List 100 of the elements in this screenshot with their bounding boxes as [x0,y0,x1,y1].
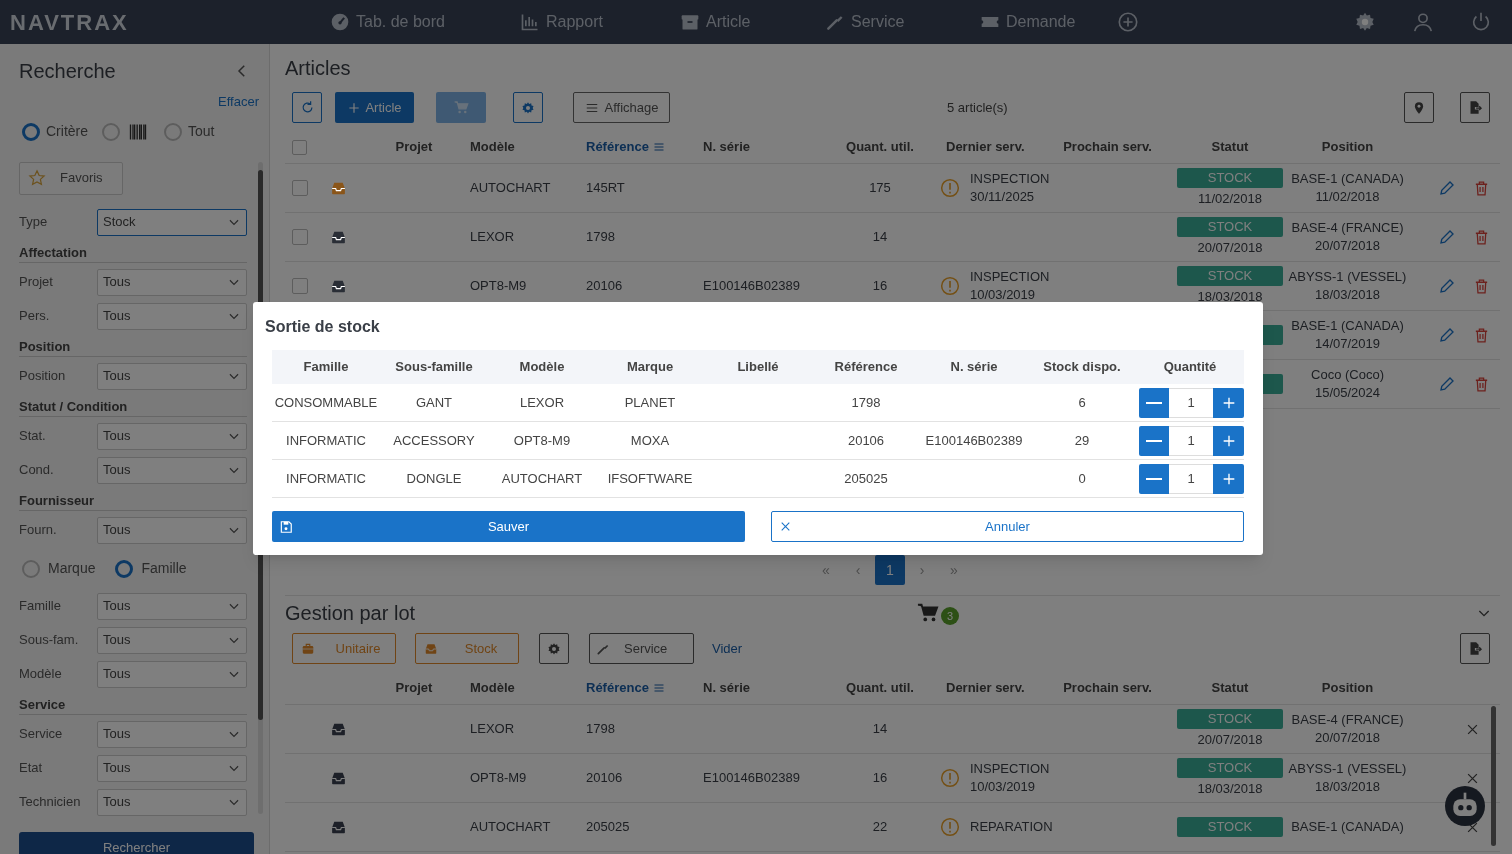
position-date: 20/07/2018 [1314,729,1381,747]
save-button[interactable]: Sauver [272,511,745,542]
edit-icon[interactable] [1438,228,1456,246]
sort-icon [652,141,665,153]
select-field[interactable]: Tous [97,362,247,390]
column-header[interactable]: Référence [586,678,703,698]
field-label: Stat. [19,427,47,446]
filter-radio[interactable]: Famille [115,558,187,579]
nav-link[interactable]: Tab. de bord [330,10,520,34]
select-field[interactable]: Tous [97,720,247,748]
select-field[interactable]: Tous [97,788,247,816]
add-icon[interactable] [1117,11,1139,33]
dialog-title: Sortie de stock [265,317,381,337]
decrement-button[interactable] [1139,425,1169,456]
clear-link[interactable]: Vider [712,638,743,659]
column-header[interactable]: Référence [586,137,703,157]
filter-button[interactable]: Unitaire [292,633,396,664]
page-button[interactable]: » [939,555,969,585]
add-article-button[interactable]: Article [335,92,414,123]
nav-link[interactable]: Article [680,10,825,34]
nav-link[interactable]: Demande [980,10,1145,34]
edit-icon[interactable] [1438,375,1456,393]
cancel-button[interactable]: Annuler [771,511,1244,542]
nav-link[interactable]: Rapport [520,10,680,34]
display-button[interactable]: Affichage [573,92,670,123]
increment-button[interactable] [1213,425,1244,456]
select-field[interactable]: Tous [97,660,247,688]
page-button[interactable]: 1 [875,555,905,585]
filter-button[interactable]: Stock [415,633,519,664]
edit-icon[interactable] [1438,277,1456,295]
position-date: 15/05/2024 [1314,384,1381,402]
decrement-button[interactable] [1139,387,1169,418]
user-icon[interactable] [1412,11,1434,33]
minus-icon [1146,439,1162,442]
column-header: Prochain serv. [1062,138,1153,157]
search-button[interactable]: Rechercher [19,832,254,854]
table-cell-text: LEXOR [518,393,566,412]
field-label: Sous-fam. [19,631,80,650]
chatbot-button[interactable] [1445,786,1485,826]
checkbox[interactable] [292,278,308,294]
field-label: Etat [19,759,44,778]
increment-button[interactable] [1213,387,1244,418]
select-field[interactable]: Tous [97,754,247,782]
edit-icon[interactable] [1438,179,1456,197]
app-logo[interactable]: NAVTRAX [10,5,330,39]
settings-button[interactable] [539,633,569,664]
select-field[interactable]: Tous [97,268,247,296]
table-cell-text: LEXOR [470,720,516,739]
select-field[interactable]: Tous [97,592,247,620]
delete-icon[interactable] [1473,228,1490,246]
column-header: Projet [394,679,434,698]
field-label: Modèle [19,665,63,684]
select-field[interactable]: Tous [97,516,247,544]
select-field[interactable]: Tous [97,456,247,484]
checkbox[interactable] [292,229,308,245]
delete-icon[interactable] [1473,179,1490,197]
status-badge: STOCK [1177,758,1283,778]
filter-radio[interactable]: Marque [22,558,96,579]
field-label: Type [19,213,49,232]
increment-button[interactable] [1213,463,1244,494]
power-icon[interactable] [1470,11,1492,33]
select-field[interactable]: Tous [97,422,247,450]
delete-icon[interactable] [1473,326,1490,344]
clear-link[interactable]: Effacer [218,92,260,112]
settings-icon [547,641,561,656]
select-field[interactable]: Stock [97,208,247,236]
section-heading: Affectation [19,242,247,263]
table-cell-text: INFORMATIC [285,469,367,488]
edit-icon[interactable] [1438,326,1456,344]
mode-radio[interactable]: Critère [22,121,88,142]
export-button[interactable] [1460,92,1490,123]
checkbox[interactable] [292,180,308,196]
export-button[interactable] [1460,633,1490,664]
scrollbar-thumb[interactable] [1491,706,1496,846]
plus-icon [347,100,362,115]
count-badge: 3 [941,607,960,625]
refresh-button[interactable] [292,92,322,123]
table-cell-text: 22 [871,818,889,837]
table-cell-text: 1798 [586,720,616,739]
decrement-button[interactable] [1139,463,1169,494]
favorites-button[interactable]: Favoris [19,161,123,195]
settings-icon[interactable] [1354,11,1376,33]
page-button[interactable]: ‹ [843,555,873,585]
delete-icon[interactable] [1473,277,1490,295]
select-field[interactable]: Tous [97,302,247,330]
mode-radio[interactable]: Tout [164,121,215,142]
checkbox[interactable] [292,139,307,155]
service-date: 30/11/2025 [970,188,1036,206]
map-pin-button[interactable] [1404,92,1434,123]
select-field[interactable]: Tous [97,626,247,654]
cart-icon[interactable] [917,602,940,624]
nav-link[interactable]: Service [825,10,980,34]
service-button[interactable]: Service [589,633,694,664]
page-button[interactable]: « [811,555,841,585]
field-label: Service [19,725,64,744]
field-label: Technicien [19,793,82,812]
page-button[interactable]: › [907,555,937,585]
minus-icon [1146,401,1162,404]
delete-icon[interactable] [1473,375,1490,393]
settings-button[interactable] [513,92,543,123]
